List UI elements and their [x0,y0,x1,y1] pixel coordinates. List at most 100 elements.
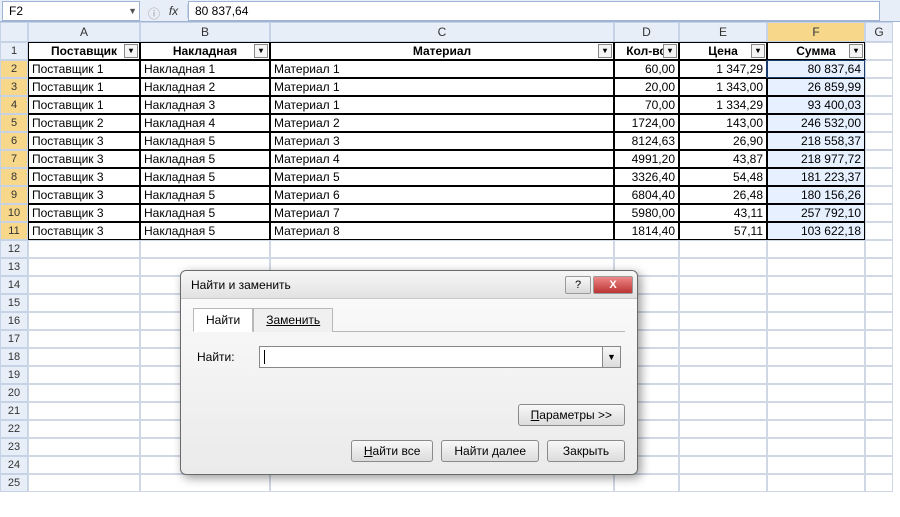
cell[interactable] [865,114,893,132]
row-header[interactable]: 1 [0,42,28,60]
row-header[interactable]: 5 [0,114,28,132]
chevron-down-icon[interactable]: ▼ [128,6,137,16]
row-header[interactable]: 6 [0,132,28,150]
column-header-E[interactable]: E [679,22,767,42]
cell[interactable]: Поставщик 3 [28,132,140,150]
filter-icon[interactable]: ▾ [124,44,138,58]
cell[interactable] [865,258,893,276]
row-header[interactable]: 2 [0,60,28,78]
cell[interactable]: Накладная 5 [140,222,270,240]
cell[interactable] [767,312,865,330]
row-header[interactable]: 25 [0,474,28,492]
cell[interactable] [767,438,865,456]
row-header[interactable]: 24 [0,456,28,474]
cell[interactable]: Поставщик 1 [28,78,140,96]
table-header-D[interactable]: Кол-во▾ [614,42,679,60]
row-header[interactable]: 10 [0,204,28,222]
row-header[interactable]: 16 [0,312,28,330]
cell[interactable]: 8124,63 [614,132,679,150]
cell[interactable] [28,474,140,492]
cell[interactable] [865,42,893,60]
cell[interactable]: 57,11 [679,222,767,240]
cell[interactable] [865,330,893,348]
row-header[interactable]: 7 [0,150,28,168]
cell[interactable] [865,312,893,330]
column-header-C[interactable]: C [270,22,614,42]
close-button[interactable]: X [593,276,633,294]
column-header-B[interactable]: B [140,22,270,42]
cell[interactable] [865,150,893,168]
cell[interactable] [767,294,865,312]
row-header[interactable]: 18 [0,348,28,366]
cell[interactable] [865,384,893,402]
cell[interactable]: Поставщик 3 [28,186,140,204]
row-header[interactable]: 9 [0,186,28,204]
cell[interactable] [28,294,140,312]
cell[interactable]: Материал 1 [270,78,614,96]
cell[interactable] [865,204,893,222]
cell[interactable]: 5980,00 [614,204,679,222]
cell[interactable] [865,78,893,96]
cell[interactable]: Накладная 1 [140,60,270,78]
cell[interactable] [679,330,767,348]
cell[interactable] [28,348,140,366]
formula-input[interactable]: 80 837,64 [188,1,880,21]
cell[interactable] [28,276,140,294]
row-header[interactable]: 19 [0,366,28,384]
cell[interactable]: 218 558,37 [767,132,865,150]
cell[interactable] [767,456,865,474]
filter-icon[interactable]: ▾ [663,44,677,58]
cell[interactable] [28,258,140,276]
cell[interactable]: 26 859,99 [767,78,865,96]
cell[interactable] [679,456,767,474]
help-button[interactable]: ? [565,276,591,294]
cell[interactable]: Материал 8 [270,222,614,240]
cell[interactable]: 26,90 [679,132,767,150]
cell[interactable]: Материал 7 [270,204,614,222]
cell[interactable] [865,240,893,258]
table-header-A[interactable]: Поставщик▾ [28,42,140,60]
cell[interactable] [767,474,865,492]
cell[interactable] [28,384,140,402]
row-header[interactable]: 15 [0,294,28,312]
cell[interactable] [865,186,893,204]
row-header[interactable]: 13 [0,258,28,276]
find-input[interactable]: ▼ [259,346,621,368]
cell[interactable]: 54,48 [679,168,767,186]
cell[interactable] [865,366,893,384]
cell[interactable]: Накладная 4 [140,114,270,132]
cell[interactable] [865,222,893,240]
cell[interactable]: 246 532,00 [767,114,865,132]
cell[interactable]: Поставщик 3 [28,150,140,168]
cell[interactable] [767,420,865,438]
table-header-F[interactable]: Сумма▾ [767,42,865,60]
cell[interactable]: Накладная 5 [140,186,270,204]
cell[interactable]: Поставщик 1 [28,96,140,114]
cell[interactable] [270,474,614,492]
cell[interactable] [679,348,767,366]
cell[interactable] [767,330,865,348]
cell[interactable]: 70,00 [614,96,679,114]
cell[interactable] [28,402,140,420]
cell[interactable]: Поставщик 3 [28,204,140,222]
cell[interactable] [679,474,767,492]
cell[interactable] [679,258,767,276]
cell[interactable] [767,276,865,294]
cell[interactable] [767,258,865,276]
cell[interactable] [767,240,865,258]
filter-icon[interactable]: ▾ [849,44,863,58]
row-header[interactable]: 11 [0,222,28,240]
cell[interactable]: Материал 6 [270,186,614,204]
cell[interactable]: Накладная 5 [140,132,270,150]
select-all-corner[interactable] [0,22,28,42]
cell[interactable] [679,294,767,312]
row-header[interactable]: 3 [0,78,28,96]
cell[interactable] [28,438,140,456]
tab-replace[interactable]: Заменить [253,308,333,332]
cell[interactable]: 218 977,72 [767,150,865,168]
cell[interactable]: Накладная 5 [140,204,270,222]
find-all-button[interactable]: Найти все [351,440,434,462]
cell[interactable]: 103 622,18 [767,222,865,240]
cell[interactable]: 180 156,26 [767,186,865,204]
cell[interactable]: Материал 1 [270,60,614,78]
